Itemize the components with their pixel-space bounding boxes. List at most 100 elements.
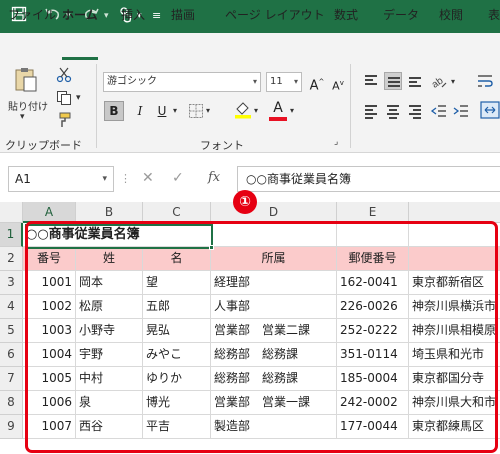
row-header-9[interactable]: 9 — [0, 415, 23, 439]
font-size-box[interactable]: 11 ▾ — [266, 72, 302, 92]
paste-dropdown-icon[interactable]: ▾ — [20, 112, 25, 122]
column-header-e[interactable]: E — [337, 202, 409, 223]
tab-draw[interactable]: 描画 — [171, 6, 195, 23]
row-header-3[interactable]: 3 — [0, 271, 23, 295]
table-cell-address[interactable]: 神奈川県大和市 — [409, 391, 500, 415]
table-cell-address[interactable]: 東京都新宿区 — [409, 271, 500, 295]
tab-review[interactable]: 校閲 — [439, 6, 463, 23]
column-header-c[interactable]: C — [143, 202, 211, 223]
cell-f1[interactable] — [409, 223, 500, 247]
top-align-button[interactable] — [362, 72, 380, 90]
grow-font-button[interactable]: A^ — [307, 72, 327, 93]
cell-c2[interactable]: 名 — [143, 247, 211, 271]
tab-home[interactable]: ホーム — [62, 6, 98, 23]
table-cell-number[interactable]: 1002 — [23, 295, 76, 319]
shrink-font-button[interactable]: Av — [328, 73, 348, 93]
underline-dropdown-icon[interactable]: ▾ — [173, 106, 177, 115]
row-header-2[interactable]: 2 — [0, 247, 23, 271]
decrease-indent-icon[interactable] — [430, 102, 448, 124]
name-box[interactable]: A1 ▾ — [8, 166, 114, 192]
column-header-a[interactable]: A — [23, 202, 76, 223]
orientation-dropdown-icon[interactable]: ▾ — [451, 77, 455, 86]
table-cell-address[interactable]: 神奈川県横浜市 — [409, 295, 500, 319]
table-cell-number[interactable]: 1001 — [23, 271, 76, 295]
tab-view[interactable]: 表 — [488, 6, 500, 23]
format-painter-icon[interactable] — [56, 112, 72, 132]
copy-icon[interactable] — [56, 90, 72, 110]
table-cell-number[interactable]: 1006 — [23, 391, 76, 415]
row-header-5[interactable]: 5 — [0, 319, 23, 343]
table-cell-department[interactable]: 製造部 — [211, 415, 337, 439]
table-cell-given-name[interactable]: 晃弘 — [143, 319, 211, 343]
row-header-1[interactable]: 1 — [0, 223, 23, 247]
copy-dropdown-icon[interactable]: ▾ — [76, 93, 81, 103]
font-color-dropdown-icon[interactable]: ▾ — [290, 106, 294, 115]
table-cell-department[interactable]: 営業部 営業一課 — [211, 391, 337, 415]
table-cell-given-name[interactable]: 望 — [143, 271, 211, 295]
row-header-8[interactable]: 8 — [0, 391, 23, 415]
tab-page-layout[interactable]: ページ レイアウト — [225, 6, 325, 23]
increase-indent-icon[interactable] — [452, 102, 470, 124]
cut-icon[interactable] — [56, 67, 72, 87]
table-cell-surname[interactable]: 中村 — [76, 367, 143, 391]
table-cell-surname[interactable]: 小野寺 — [76, 319, 143, 343]
column-header-f[interactable] — [409, 202, 500, 223]
table-cell-surname[interactable]: 西谷 — [76, 415, 143, 439]
fill-color-icon[interactable] — [234, 101, 252, 123]
table-cell-department[interactable]: 人事部 — [211, 295, 337, 319]
tab-data[interactable]: データ — [383, 6, 419, 23]
row-header-4[interactable]: 4 — [0, 295, 23, 319]
table-cell-postal-code[interactable]: 252-0222 — [337, 319, 409, 343]
table-cell-department[interactable]: 営業部 営業二課 — [211, 319, 337, 343]
bold-button[interactable]: B — [104, 101, 124, 121]
cell-a2[interactable]: 番号 — [23, 247, 76, 271]
column-header-d[interactable]: D — [211, 202, 337, 223]
customize-qat-icon[interactable]: ≡ — [152, 6, 161, 26]
table-cell-department[interactable]: 総務部 総務課 — [211, 367, 337, 391]
cell-b2[interactable]: 姓 — [76, 247, 143, 271]
table-cell-address[interactable]: 神奈川県相模原 — [409, 319, 500, 343]
table-cell-surname[interactable]: 岡本 — [76, 271, 143, 295]
align-right-button[interactable] — [406, 102, 424, 120]
table-cell-given-name[interactable]: 博光 — [143, 391, 211, 415]
column-header-b[interactable]: B — [76, 202, 143, 223]
font-name-dropdown-icon[interactable]: ▾ — [253, 73, 257, 91]
select-all-corner[interactable] — [0, 202, 23, 223]
table-cell-number[interactable]: 1005 — [23, 367, 76, 391]
row-header-7[interactable]: 7 — [0, 367, 23, 391]
table-cell-given-name[interactable]: みやこ — [143, 343, 211, 367]
borders-dropdown-icon[interactable]: ▾ — [206, 106, 210, 115]
font-dialog-launcher-icon[interactable]: ⌟ — [334, 137, 338, 147]
table-cell-given-name[interactable]: 五郎 — [143, 295, 211, 319]
row-header-6[interactable]: 6 — [0, 343, 23, 367]
cell-d1[interactable] — [211, 223, 337, 247]
paste-label[interactable]: 貼り付け — [8, 98, 48, 113]
table-cell-surname[interactable]: 宇野 — [76, 343, 143, 367]
font-color-button[interactable]: A — [268, 98, 288, 118]
cell-f2[interactable] — [409, 247, 500, 271]
table-cell-postal-code[interactable]: 185-0004 — [337, 367, 409, 391]
table-cell-postal-code[interactable]: 226-0026 — [337, 295, 409, 319]
cell-a1[interactable]: ○○商事従業員名簿 — [23, 223, 211, 247]
wrap-text-icon[interactable] — [476, 72, 494, 94]
italic-button[interactable]: I — [130, 101, 150, 121]
table-cell-postal-code[interactable]: 162-0041 — [337, 271, 409, 295]
borders-icon[interactable] — [188, 103, 204, 123]
enter-icon[interactable]: ✓ — [172, 170, 184, 186]
table-cell-number[interactable]: 1004 — [23, 343, 76, 367]
font-size-dropdown-icon[interactable]: ▾ — [294, 73, 298, 91]
orientation-icon[interactable]: ab — [430, 72, 448, 94]
paste-icon[interactable] — [13, 66, 39, 98]
align-center-button[interactable] — [384, 102, 402, 120]
table-cell-address[interactable]: 東京都練馬区 — [409, 415, 500, 439]
cell-e1[interactable] — [337, 223, 409, 247]
tab-insert[interactable]: 挿入 — [121, 6, 145, 23]
underline-button[interactable]: U — [152, 101, 172, 121]
table-cell-department[interactable]: 総務部 総務課 — [211, 343, 337, 367]
cancel-entry-icon[interactable]: ✕ — [142, 170, 154, 186]
name-box-dropdown-icon[interactable]: ▾ — [102, 167, 107, 191]
table-cell-number[interactable]: 1003 — [23, 319, 76, 343]
table-cell-surname[interactable]: 松原 — [76, 295, 143, 319]
tab-formulas[interactable]: 数式 — [334, 6, 358, 23]
table-cell-address[interactable]: 埼玉県和光市 — [409, 343, 500, 367]
